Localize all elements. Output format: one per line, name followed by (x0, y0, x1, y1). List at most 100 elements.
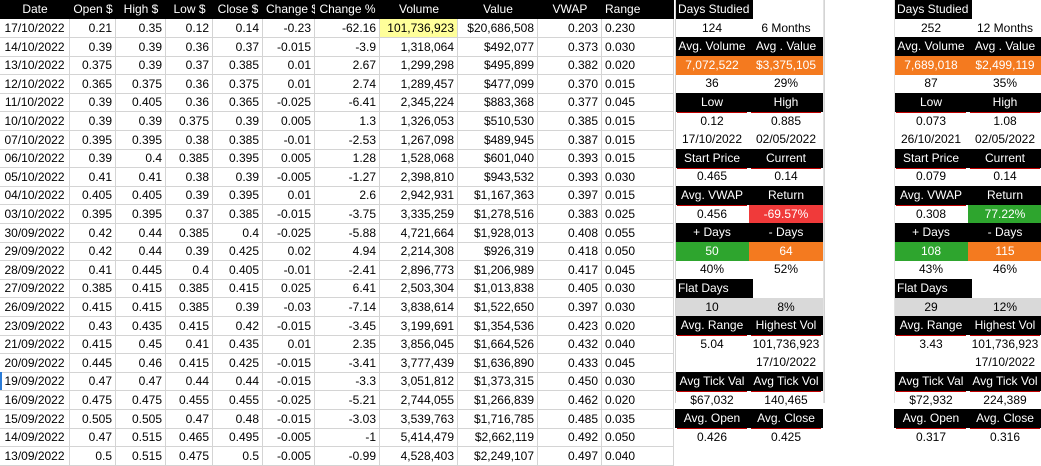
cell-value[interactable]: $20,686,508 (458, 19, 538, 38)
cell-close[interactable]: 0.385 (213, 205, 263, 224)
stats-12-low-label[interactable]: Low (894, 93, 968, 113)
stats-6-plus-days-percent[interactable]: 40% (675, 260, 749, 279)
cell-high[interactable]: 0.405 (116, 186, 166, 205)
cell-volume[interactable]: 4,528,403 (380, 447, 458, 466)
cell-change-pct[interactable]: -62.16 (315, 19, 380, 38)
stats-12-avg-close-label[interactable]: Avg. Close (968, 409, 1041, 429)
cell-vwap[interactable]: 0.370 (538, 75, 602, 94)
stats-6-high-value[interactable]: 0.885 (749, 112, 823, 131)
cell-vwap[interactable]: 0.373 (538, 38, 602, 57)
cell-change-dollar[interactable]: -0.025 (263, 93, 315, 112)
cell-volume[interactable]: 101,736,923 (380, 19, 458, 38)
cell-open[interactable]: 0.47 (70, 428, 116, 447)
stats-12-plus-days-value[interactable]: 108 (894, 242, 968, 261)
cell-date[interactable]: 14/09/2022 (0, 428, 70, 447)
cell-volume[interactable]: 3,856,045 (380, 335, 458, 354)
cell-volume[interactable]: 3,051,812 (380, 372, 458, 391)
stats-12-current-value[interactable]: 0.14 (968, 167, 1041, 186)
stats-6-days-studied-label[interactable]: Days Studied (675, 0, 753, 19)
cell-high[interactable]: 0.39 (116, 56, 166, 75)
cell-range[interactable]: 0.015 (602, 186, 674, 205)
cell-range[interactable]: 0.030 (602, 372, 674, 391)
column-header-close[interactable]: Close $ (213, 0, 263, 19)
stats-6-start-price-value[interactable]: 0.465 (675, 167, 749, 186)
cell-date[interactable]: 15/09/2022 (0, 410, 70, 429)
cell-open[interactable]: 0.42 (70, 224, 116, 243)
cell-open[interactable]: 0.395 (70, 131, 116, 150)
stats-6-highest-vol-date[interactable]: 17/10/2022 (749, 353, 823, 372)
cell-vwap[interactable]: 0.485 (538, 410, 602, 429)
cell-change-pct[interactable]: 6.41 (315, 279, 380, 298)
cell-high[interactable]: 0.515 (116, 447, 166, 466)
stats-12-minus-days-percent[interactable]: 46% (968, 260, 1041, 279)
cell-high[interactable]: 0.515 (116, 428, 166, 447)
cell-low[interactable]: 0.44 (166, 372, 213, 391)
cell-change-pct[interactable]: -3.45 (315, 317, 380, 336)
stats-12-plus-days-label[interactable]: + Days (894, 223, 968, 243)
cell-value[interactable]: $477,099 (458, 75, 538, 94)
stats-12-high-date[interactable]: 02/05/2022 (968, 130, 1041, 149)
stats-12-low-value[interactable]: 0.073 (894, 112, 968, 131)
stats-6-high-date[interactable]: 02/05/2022 (749, 130, 823, 149)
cell-change-dollar[interactable]: -0.005 (263, 168, 315, 187)
cell-date[interactable]: 23/09/2022 (0, 317, 70, 336)
cell-value[interactable]: $1,278,516 (458, 205, 538, 224)
stats-12-avg-close-value[interactable]: 0.316 (968, 428, 1041, 447)
cell-low[interactable]: 0.36 (166, 38, 213, 57)
stats-6-avg-vwap-value[interactable]: 0.456 (675, 205, 749, 224)
cell-value[interactable]: $1,664,526 (458, 335, 538, 354)
cell-low[interactable]: 0.415 (166, 317, 213, 336)
cell-change-dollar[interactable]: -0.015 (263, 410, 315, 429)
stats-6-period-label[interactable]: 6 Months (749, 19, 823, 38)
cell-open[interactable]: 0.475 (70, 391, 116, 410)
cell-value[interactable]: $1,928,013 (458, 224, 538, 243)
cell-change-pct[interactable]: -2.53 (315, 131, 380, 150)
cell-date[interactable]: 28/09/2022 (0, 261, 70, 280)
stats-12-period-label[interactable]: 12 Months (968, 19, 1041, 38)
cell-change-dollar[interactable]: 0.01 (263, 186, 315, 205)
stats-6-avg-close-label[interactable]: Avg. Close (749, 409, 823, 429)
cell-change-dollar[interactable]: 0.01 (263, 335, 315, 354)
cell-volume[interactable]: 1,326,053 (380, 112, 458, 131)
stats-6-avg-value-label[interactable]: Avg . Value (749, 37, 823, 56)
stats-6-start-price-label[interactable]: Start Price (675, 149, 749, 169)
column-header-high[interactable]: High $ (116, 0, 166, 19)
cell-volume[interactable]: 5,414,479 (380, 428, 458, 447)
cell-high[interactable]: 0.45 (116, 335, 166, 354)
cell-volume[interactable]: 2,942,931 (380, 186, 458, 205)
cell-low[interactable]: 0.385 (166, 224, 213, 243)
cell-vwap[interactable]: 0.497 (538, 447, 602, 466)
cell-volume[interactable]: 4,721,664 (380, 224, 458, 243)
cell-change-dollar[interactable]: -0.015 (263, 317, 315, 336)
cell-vwap[interactable]: 0.462 (538, 391, 602, 410)
stats-12-high-label[interactable]: High (968, 93, 1041, 113)
cell-vwap[interactable]: 0.383 (538, 205, 602, 224)
stats-6-highest-vol-label[interactable]: Highest Vol (749, 316, 823, 336)
cell-change-dollar[interactable]: -0.005 (263, 428, 315, 447)
stats-6-minus-days-percent[interactable]: 52% (749, 260, 823, 279)
cell-range[interactable]: 0.030 (602, 298, 674, 317)
cell-date[interactable]: 07/10/2022 (0, 131, 70, 150)
cell-open[interactable]: 0.405 (70, 186, 116, 205)
cell-high[interactable]: 0.375 (116, 75, 166, 94)
cell-range[interactable]: 0.020 (602, 317, 674, 336)
cell-change-pct[interactable]: -3.9 (315, 38, 380, 57)
cell-change-pct[interactable]: -3.41 (315, 354, 380, 373)
cell-open[interactable]: 0.415 (70, 298, 116, 317)
cell-range[interactable]: 0.025 (602, 205, 674, 224)
cell-close[interactable]: 0.495 (213, 428, 263, 447)
cell-change-dollar[interactable]: -0.03 (263, 298, 315, 317)
cell-value[interactable]: $1,354,536 (458, 317, 538, 336)
stats-12-flat-days-value[interactable]: 29 (894, 298, 968, 317)
cell-open[interactable]: 0.41 (70, 168, 116, 187)
stats-12-avg-tick-vol-value[interactable]: 224,389 (968, 391, 1041, 410)
cell-open[interactable]: 0.505 (70, 410, 116, 429)
cell-date[interactable]: 29/09/2022 (0, 242, 70, 261)
cell-range[interactable]: 0.015 (602, 75, 674, 94)
cell-range[interactable]: 0.015 (602, 149, 674, 168)
cell-vwap[interactable]: 0.387 (538, 131, 602, 150)
cell-change-pct[interactable]: 4.94 (315, 242, 380, 261)
cell-low[interactable]: 0.39 (166, 242, 213, 261)
column-header-open[interactable]: Open $ (70, 0, 116, 19)
stats-6-low-date[interactable]: 17/10/2022 (675, 130, 749, 149)
